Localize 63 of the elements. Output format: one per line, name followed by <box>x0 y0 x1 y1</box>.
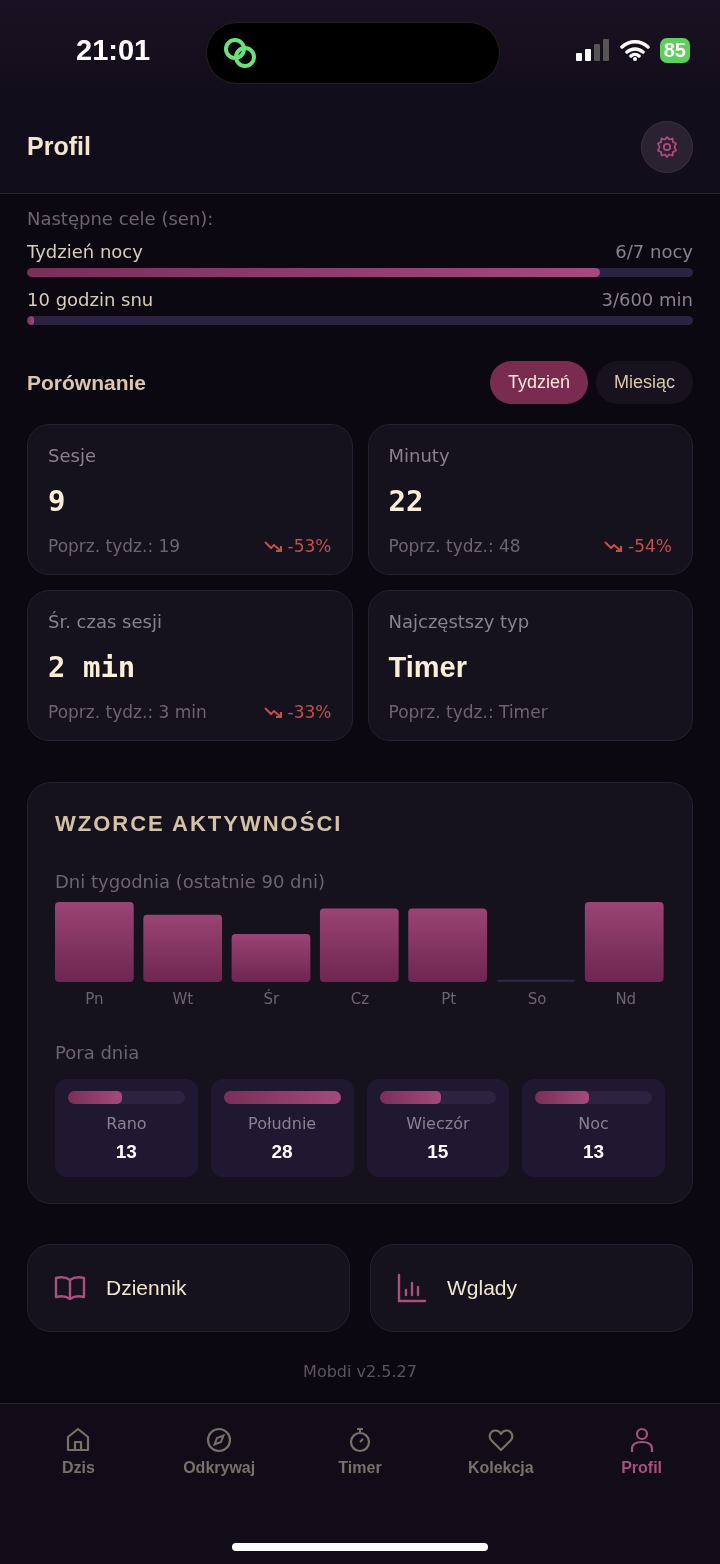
previous-value: Poprz. tydz.: Timer <box>388 702 548 722</box>
weekday-label: Śr <box>262 990 281 1008</box>
stat-label: Śr. czas sesji <box>48 611 163 632</box>
section-title: Porównanie <box>27 370 147 395</box>
period-tab[interactable]: Miesiąc <box>596 361 693 404</box>
period-tab[interactable]: Tydzień <box>489 361 588 404</box>
nav-tab[interactable]: Profil <box>571 1426 712 1488</box>
stat-value: 9 <box>48 484 67 518</box>
wifi-icon <box>619 39 650 61</box>
weekday-label: Pt <box>440 990 458 1008</box>
link-icon <box>221 36 259 70</box>
goal-name: 10 godzin snu <box>27 289 154 310</box>
bar-chart-icon <box>397 1273 427 1303</box>
compass-icon <box>205 1426 234 1454</box>
status-time: 21:01 <box>76 33 151 67</box>
battery-level: 85 <box>659 37 690 63</box>
time-of-day-name: Rano <box>106 1114 147 1133</box>
card-title: WZORCE AKTYWNOŚCI <box>55 811 344 837</box>
weekday-label: Wt <box>171 990 195 1008</box>
time-of-day-count: 13 <box>583 1141 605 1163</box>
weekday-label: Cz <box>349 990 371 1008</box>
weekday-label: Nd <box>614 990 638 1008</box>
goal-reading: 6/7 nocy <box>615 241 693 262</box>
nav-tab[interactable]: Timer <box>289 1426 431 1488</box>
previous-value: Poprz. tydz.: 19 <box>48 536 181 556</box>
time-of-day-label: Pora dnia <box>55 1042 141 1063</box>
goal-name: Tydzień nocy <box>27 241 143 262</box>
goal-reading: 3/600 min <box>601 289 693 310</box>
change-percent: -33% <box>287 702 332 722</box>
change-percent: -54% <box>628 536 672 556</box>
weekday-label: Pn <box>84 990 105 1008</box>
change-percent: -53% <box>287 536 332 556</box>
book-icon <box>54 1274 86 1302</box>
journal-button[interactable]: Dziennik <box>27 1244 350 1332</box>
nav-tab[interactable]: Kolekcja <box>430 1426 572 1488</box>
signal-icon <box>575 39 610 61</box>
time-of-day-count: 13 <box>115 1141 137 1163</box>
previous-value: Poprz. tydz.: 48 <box>388 536 521 556</box>
stat-label: Minuty <box>388 445 451 466</box>
stat-label: Sesje <box>48 445 97 466</box>
page-title: Profil <box>27 132 91 161</box>
weekday-label: So <box>526 990 548 1008</box>
stat-value: 22 <box>388 484 425 518</box>
heart-icon <box>486 1426 515 1454</box>
weekdays-label: Dni tygodnia (ostatnie 90 dni) <box>55 871 326 892</box>
insights-button[interactable]: Wglady <box>370 1244 693 1332</box>
settings-icon <box>655 134 679 159</box>
stat-label: Najczęstszy typ <box>388 611 531 632</box>
trend-down-icon <box>263 705 284 719</box>
time-of-day-count: 28 <box>271 1141 293 1163</box>
time-of-day-name: Południe <box>248 1114 317 1133</box>
version-text: Mobdi v2.5.27 <box>302 1362 418 1381</box>
trend-down-icon <box>263 539 284 553</box>
nav-tab[interactable]: Dzis <box>8 1426 149 1488</box>
previous-value: Poprz. tydz.: 3 min <box>48 702 207 722</box>
nav-tab[interactable]: Odkrywaj <box>148 1426 290 1488</box>
time-of-day-name: Wieczór <box>406 1114 470 1133</box>
goals-label: Następne cele (sen): <box>27 208 215 229</box>
time-of-day-name: Noc <box>578 1114 609 1133</box>
stat-value: 2 min <box>48 650 137 684</box>
stat-value: Timer <box>388 650 468 684</box>
time-of-day-count: 15 <box>427 1141 449 1163</box>
trend-down-icon <box>604 539 625 553</box>
